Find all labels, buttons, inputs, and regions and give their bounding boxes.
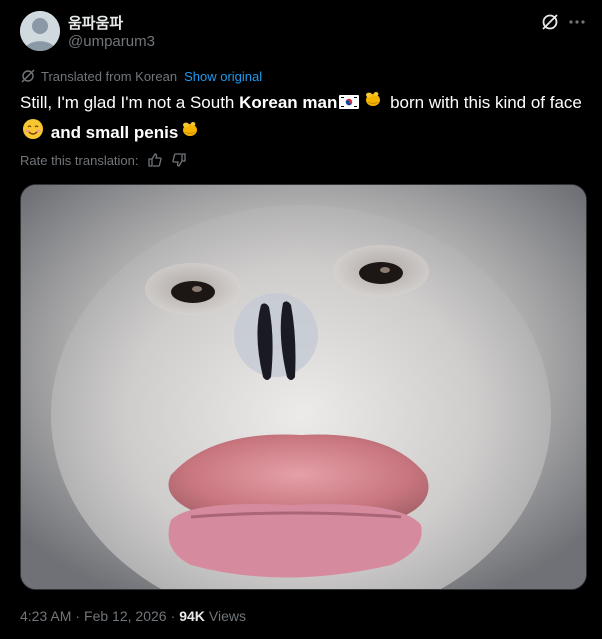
views-label[interactable]: Views xyxy=(209,608,246,624)
default-avatar-icon xyxy=(20,11,60,51)
monkey-face-photo xyxy=(21,185,586,589)
translation-label: Translated from Korean xyxy=(41,68,178,84)
rate-translation-row: Rate this translation: xyxy=(20,151,187,169)
meta-separator: · xyxy=(75,608,81,624)
tweet-text-part: and small penis xyxy=(50,123,179,142)
tweet-media-image[interactable] xyxy=(20,184,587,590)
thumbs-up-icon[interactable] xyxy=(147,152,163,168)
tweet-text-part: born with this kind of face xyxy=(385,93,582,112)
avatar[interactable] xyxy=(20,11,60,51)
meta-separator: · xyxy=(170,608,176,624)
tweet-line-2: and small penis xyxy=(20,118,590,149)
grok-icon[interactable] xyxy=(540,12,560,32)
author-display-name[interactable]: 움파움파 xyxy=(68,12,123,33)
pinching-hand-icon xyxy=(180,119,200,148)
author-handle[interactable]: @umparum3 xyxy=(68,33,155,50)
pinching-hand-icon xyxy=(363,89,383,118)
thumbs-down-icon[interactable] xyxy=(171,152,187,168)
tweet-post: 움파움파 @umparum3 Translated from Korean Sh… xyxy=(0,0,602,639)
tweet-meta: 4:23 AM · Feb 12, 2026 · 94K Views xyxy=(20,607,246,625)
tweet-text-part: Still, I'm glad I'm not a South xyxy=(20,93,240,112)
rate-translation-label: Rate this translation: xyxy=(20,152,139,168)
tweet-line-1: Still, I'm glad I'm not a South Korean m… xyxy=(20,89,590,118)
south-korea-flag-icon xyxy=(339,90,360,118)
tweet-text: Still, I'm glad I'm not a South Korean m… xyxy=(20,89,590,149)
tweet-date[interactable]: Feb 12, 2026 xyxy=(84,608,167,624)
views-count[interactable]: 94K xyxy=(179,608,205,624)
more-icon[interactable] xyxy=(567,12,587,32)
translate-icon xyxy=(21,69,35,83)
tweet-text-part: Korean man xyxy=(239,93,338,112)
smiling-face-icon xyxy=(22,118,44,149)
translation-notice: Translated from Korean Show original xyxy=(20,68,262,84)
show-original-link[interactable]: Show original xyxy=(184,69,262,84)
tweet-time[interactable]: 4:23 AM xyxy=(20,608,71,624)
